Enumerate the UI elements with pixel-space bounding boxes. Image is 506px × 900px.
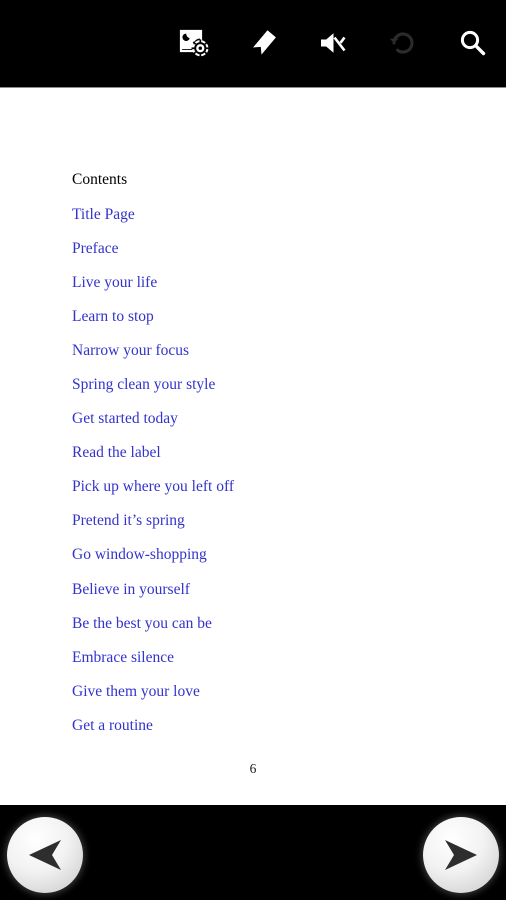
- toc-link[interactable]: Get started today: [72, 411, 178, 427]
- toc-link[interactable]: Be the best you can be: [72, 616, 212, 632]
- search-button[interactable]: [446, 17, 498, 69]
- previous-page-button[interactable]: [7, 817, 83, 893]
- arrow-left-icon: [21, 831, 69, 879]
- book-page: Contents Title Page Preface Live your life…: [0, 89, 506, 805]
- page-folio-number: 6: [249, 761, 257, 776]
- next-page-button[interactable]: [423, 817, 499, 893]
- display-settings-icon: [179, 28, 209, 58]
- toc-link[interactable]: Embrace silence: [72, 650, 174, 666]
- toc-link[interactable]: Go window-shopping: [72, 547, 207, 563]
- bookmark-icon: [249, 28, 279, 58]
- bottom-navigation-bar: 6 / 229: [0, 805, 506, 900]
- toc-link[interactable]: Give them your love: [72, 684, 200, 700]
- top-toolbar: [0, 0, 506, 88]
- ebook-reader-app: Contents Title Page Preface Live your life…: [0, 0, 506, 900]
- search-icon: [457, 28, 487, 58]
- toc-link[interactable]: Spring clean your style: [72, 377, 215, 393]
- toc-link[interactable]: Pretend it’s spring: [72, 513, 185, 529]
- toc-link[interactable]: Get a routine: [72, 718, 153, 734]
- toc-link[interactable]: Believe in yourself: [72, 582, 190, 598]
- toc-link-list: Title Page Preface Live your life Learn to …: [72, 206, 472, 734]
- undo-icon: [388, 28, 418, 58]
- toc-link[interactable]: Preface: [72, 241, 118, 257]
- table-of-contents: Contents Title Page Preface Live your life…: [72, 172, 472, 752]
- volume-mute-icon: [318, 28, 348, 58]
- toc-link[interactable]: Title Page: [72, 206, 135, 223]
- display-settings-button[interactable]: [168, 17, 220, 69]
- toc-link[interactable]: Live your life: [72, 275, 157, 291]
- arrow-right-icon: [437, 831, 485, 879]
- toc-link[interactable]: Pick up where you left off: [72, 479, 234, 495]
- mute-button[interactable]: [307, 17, 359, 69]
- page-title: Contents: [72, 171, 128, 188]
- toolbar-icon-group: [168, 14, 498, 72]
- toc-link[interactable]: Narrow your focus: [72, 343, 189, 359]
- bookmark-button[interactable]: [238, 17, 290, 69]
- toc-link[interactable]: Learn to stop: [72, 309, 154, 325]
- undo-button[interactable]: [377, 17, 429, 69]
- toc-link[interactable]: Read the label: [72, 445, 161, 461]
